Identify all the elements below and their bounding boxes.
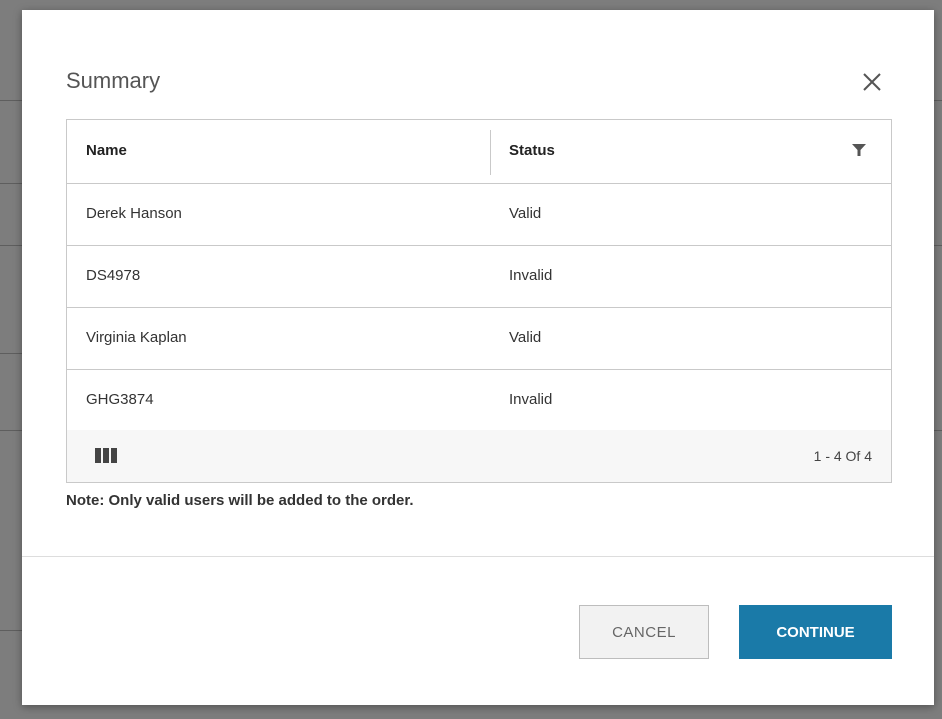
background-line: [0, 183, 22, 184]
pager-info: 1 - 4 Of 4: [813, 448, 872, 464]
cell-name: GHG3874: [86, 391, 154, 408]
columns-icon[interactable]: [95, 448, 117, 463]
continue-button[interactable]: CONTINUE: [739, 605, 892, 659]
table-row[interactable]: Virginia Kaplan Valid: [67, 308, 891, 370]
table-row[interactable]: DS4978 Invalid: [67, 246, 891, 308]
grid-footer: 1 - 4 Of 4: [67, 430, 891, 482]
cell-status: Valid: [509, 329, 542, 346]
column-header-status[interactable]: Status: [509, 142, 555, 159]
order-note: Note: Only valid users will be added to …: [66, 492, 414, 509]
background-line: [934, 430, 942, 431]
background-line: [0, 100, 22, 101]
background-line: [0, 430, 22, 431]
dialog-title: Summary: [66, 68, 161, 93]
grid-header: Name Status: [67, 120, 891, 184]
summary-grid: Name Status Derek Hanson Valid DS4978 In…: [66, 119, 892, 483]
column-header-name[interactable]: Name: [86, 142, 127, 159]
cell-name: DS4978: [86, 267, 141, 284]
background-line: [0, 630, 22, 631]
background-line: [0, 353, 22, 354]
cell-status: Invalid: [509, 391, 553, 408]
cell-name: Derek Hanson: [86, 205, 182, 222]
cell-name: Virginia Kaplan: [86, 329, 187, 346]
table-row[interactable]: Derek Hanson Valid: [67, 184, 891, 246]
close-icon[interactable]: [860, 70, 884, 94]
column-resize-handle[interactable]: [490, 130, 491, 175]
background-line: [0, 245, 22, 246]
table-row[interactable]: GHG3874 Invalid: [67, 370, 891, 432]
cell-status: Invalid: [509, 267, 553, 284]
cancel-button[interactable]: CANCEL: [579, 605, 709, 659]
cell-status: Valid: [509, 205, 542, 222]
summary-dialog: Summary Name Status Derek Hanson Valid D…: [22, 10, 934, 705]
background-line: [934, 245, 942, 246]
footer-divider: [22, 556, 934, 557]
filter-icon[interactable]: [851, 142, 867, 158]
background-line: [934, 100, 942, 101]
